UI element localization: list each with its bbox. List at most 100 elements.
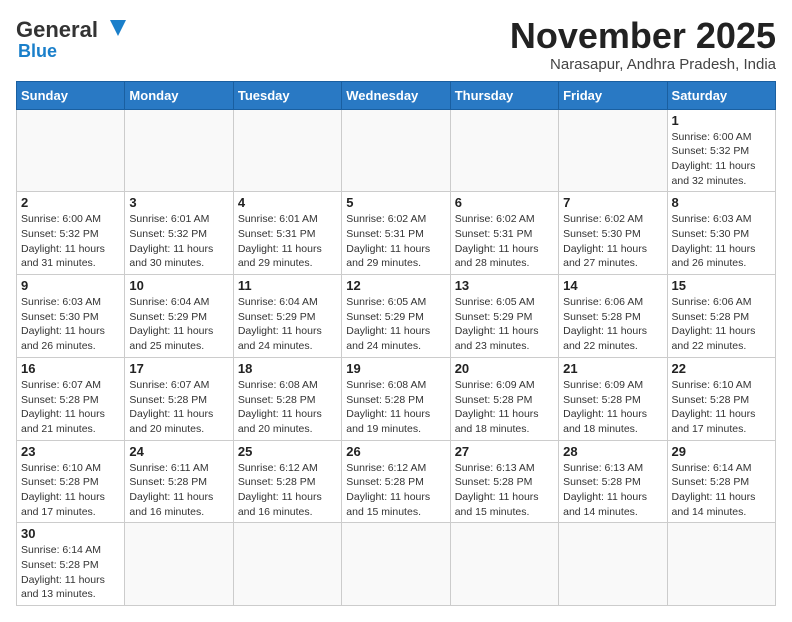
day-number: 24 xyxy=(129,444,228,459)
day-info: Sunrise: 6:06 AM Sunset: 5:28 PM Dayligh… xyxy=(672,295,771,354)
day-info: Sunrise: 6:01 AM Sunset: 5:32 PM Dayligh… xyxy=(129,212,228,271)
calendar-cell: 18 Sunrise: 6:08 AM Sunset: 5:28 PM Dayli… xyxy=(233,357,341,440)
day-number: 9 xyxy=(21,278,120,293)
calendar-cell: 23 Sunrise: 6:10 AM Sunset: 5:28 PM Dayli… xyxy=(17,440,125,523)
calendar-cell: 29 Sunrise: 6:14 AM Sunset: 5:28 PM Dayli… xyxy=(667,440,775,523)
title-area: November 2025 Narasapur, Andhra Pradesh,… xyxy=(510,16,776,73)
calendar-week-row: 16Sunrise: 6:07 AM Sunset: 5:28 PM Dayli… xyxy=(17,357,776,440)
day-number: 28 xyxy=(563,444,662,459)
day-info: Sunrise: 6:12 AM Sunset: 5:28 PM Dayligh… xyxy=(238,461,337,520)
calendar-cell: 24 Sunrise: 6:11 AM Sunset: 5:28 PM Dayli… xyxy=(125,440,233,523)
day-number: 15 xyxy=(672,278,771,293)
calendar-cell: 17Sunrise: 6:07 AM Sunset: 5:28 PM Dayli… xyxy=(125,357,233,440)
logo-text-general: General xyxy=(16,19,98,41)
day-info: Sunrise: 6:04 AM Sunset: 5:29 PM Dayligh… xyxy=(129,295,228,354)
day-number: 8 xyxy=(672,195,771,210)
calendar-cell: 21 Sunrise: 6:09 AM Sunset: 5:28 PM Dayli… xyxy=(559,357,667,440)
day-info: Sunrise: 6:10 AM Sunset: 5:28 PM Dayligh… xyxy=(21,461,120,520)
calendar-cell: 1Sunrise: 6:00 AM Sunset: 5:32 PM Daylig… xyxy=(667,109,775,192)
day-info: Sunrise: 6:00 AM Sunset: 5:32 PM Dayligh… xyxy=(21,212,120,271)
calendar-cell xyxy=(17,109,125,192)
calendar-cell: 8 Sunrise: 6:03 AM Sunset: 5:30 PM Daylig… xyxy=(667,192,775,275)
calendar-cell: 14Sunrise: 6:06 AM Sunset: 5:28 PM Dayli… xyxy=(559,275,667,358)
calendar-cell: 22Sunrise: 6:10 AM Sunset: 5:28 PM Dayli… xyxy=(667,357,775,440)
day-number: 26 xyxy=(346,444,445,459)
day-info: Sunrise: 6:08 AM Sunset: 5:28 PM Dayligh… xyxy=(346,378,445,437)
calendar-table: SundayMondayTuesdayWednesdayThursdayFrid… xyxy=(16,81,776,607)
day-info: Sunrise: 6:10 AM Sunset: 5:28 PM Dayligh… xyxy=(672,378,771,437)
day-number: 12 xyxy=(346,278,445,293)
day-number: 18 xyxy=(238,361,337,376)
calendar-header-tuesday: Tuesday xyxy=(233,81,341,109)
day-info: Sunrise: 6:02 AM Sunset: 5:31 PM Dayligh… xyxy=(346,212,445,271)
day-number: 29 xyxy=(672,444,771,459)
day-number: 10 xyxy=(129,278,228,293)
calendar-cell xyxy=(559,109,667,192)
calendar-cell: 6Sunrise: 6:02 AM Sunset: 5:31 PM Daylig… xyxy=(450,192,558,275)
calendar-header-wednesday: Wednesday xyxy=(342,81,450,109)
calendar-week-row: 2 Sunrise: 6:00 AM Sunset: 5:32 PM Daylig… xyxy=(17,192,776,275)
calendar-cell: 2 Sunrise: 6:00 AM Sunset: 5:32 PM Daylig… xyxy=(17,192,125,275)
day-number: 7 xyxy=(563,195,662,210)
calendar-header-sunday: Sunday xyxy=(17,81,125,109)
day-info: Sunrise: 6:11 AM Sunset: 5:28 PM Dayligh… xyxy=(129,461,228,520)
calendar-cell: 25 Sunrise: 6:12 AM Sunset: 5:28 PM Dayli… xyxy=(233,440,341,523)
day-number: 21 xyxy=(563,361,662,376)
calendar-cell xyxy=(450,109,558,192)
calendar-cell: 10 Sunrise: 6:04 AM Sunset: 5:29 PM Dayli… xyxy=(125,275,233,358)
calendar-cell: 26 Sunrise: 6:12 AM Sunset: 5:28 PM Dayli… xyxy=(342,440,450,523)
day-number: 30 xyxy=(21,526,120,541)
calendar-cell: 28Sunrise: 6:13 AM Sunset: 5:28 PM Dayli… xyxy=(559,440,667,523)
day-info: Sunrise: 6:09 AM Sunset: 5:28 PM Dayligh… xyxy=(455,378,554,437)
calendar-cell xyxy=(342,109,450,192)
calendar-week-row: 23 Sunrise: 6:10 AM Sunset: 5:28 PM Dayli… xyxy=(17,440,776,523)
calendar-header-row: SundayMondayTuesdayWednesdayThursdayFrid… xyxy=(17,81,776,109)
calendar-cell: 9 Sunrise: 6:03 AM Sunset: 5:30 PM Daylig… xyxy=(17,275,125,358)
day-info: Sunrise: 6:14 AM Sunset: 5:28 PM Dayligh… xyxy=(21,543,120,602)
page-header: General Blue November 2025 Narasapur, An… xyxy=(16,16,776,73)
day-number: 23 xyxy=(21,444,120,459)
calendar-cell xyxy=(559,523,667,606)
calendar-cell: 7 Sunrise: 6:02 AM Sunset: 5:30 PM Daylig… xyxy=(559,192,667,275)
calendar-cell xyxy=(233,523,341,606)
calendar-cell xyxy=(450,523,558,606)
calendar-cell: 15 Sunrise: 6:06 AM Sunset: 5:28 PM Dayli… xyxy=(667,275,775,358)
logo-text-blue: Blue xyxy=(18,42,57,60)
day-number: 3 xyxy=(129,195,228,210)
logo-icon xyxy=(102,16,130,44)
logo: General Blue xyxy=(16,16,130,60)
day-number: 2 xyxy=(21,195,120,210)
day-info: Sunrise: 6:01 AM Sunset: 5:31 PM Dayligh… xyxy=(238,212,337,271)
calendar-cell: 5Sunrise: 6:02 AM Sunset: 5:31 PM Daylig… xyxy=(342,192,450,275)
day-number: 14 xyxy=(563,278,662,293)
calendar-week-row: 1Sunrise: 6:00 AM Sunset: 5:32 PM Daylig… xyxy=(17,109,776,192)
calendar-cell: 4 Sunrise: 6:01 AM Sunset: 5:31 PM Daylig… xyxy=(233,192,341,275)
month-title: November 2025 xyxy=(510,16,776,56)
calendar-header-friday: Friday xyxy=(559,81,667,109)
calendar-cell: 13 Sunrise: 6:05 AM Sunset: 5:29 PM Dayli… xyxy=(450,275,558,358)
day-number: 25 xyxy=(238,444,337,459)
day-info: Sunrise: 6:13 AM Sunset: 5:28 PM Dayligh… xyxy=(455,461,554,520)
day-number: 4 xyxy=(238,195,337,210)
day-info: Sunrise: 6:05 AM Sunset: 5:29 PM Dayligh… xyxy=(346,295,445,354)
day-info: Sunrise: 6:08 AM Sunset: 5:28 PM Dayligh… xyxy=(238,378,337,437)
calendar-week-row: 9 Sunrise: 6:03 AM Sunset: 5:30 PM Daylig… xyxy=(17,275,776,358)
calendar-header-monday: Monday xyxy=(125,81,233,109)
day-info: Sunrise: 6:09 AM Sunset: 5:28 PM Dayligh… xyxy=(563,378,662,437)
calendar-header-saturday: Saturday xyxy=(667,81,775,109)
calendar-cell xyxy=(342,523,450,606)
calendar-cell: 20Sunrise: 6:09 AM Sunset: 5:28 PM Dayli… xyxy=(450,357,558,440)
calendar-cell xyxy=(125,109,233,192)
day-info: Sunrise: 6:03 AM Sunset: 5:30 PM Dayligh… xyxy=(21,295,120,354)
day-info: Sunrise: 6:14 AM Sunset: 5:28 PM Dayligh… xyxy=(672,461,771,520)
day-info: Sunrise: 6:04 AM Sunset: 5:29 PM Dayligh… xyxy=(238,295,337,354)
calendar-cell xyxy=(667,523,775,606)
day-info: Sunrise: 6:07 AM Sunset: 5:28 PM Dayligh… xyxy=(21,378,120,437)
day-number: 19 xyxy=(346,361,445,376)
day-info: Sunrise: 6:05 AM Sunset: 5:29 PM Dayligh… xyxy=(455,295,554,354)
day-info: Sunrise: 6:02 AM Sunset: 5:30 PM Dayligh… xyxy=(563,212,662,271)
day-info: Sunrise: 6:12 AM Sunset: 5:28 PM Dayligh… xyxy=(346,461,445,520)
day-number: 13 xyxy=(455,278,554,293)
day-info: Sunrise: 6:03 AM Sunset: 5:30 PM Dayligh… xyxy=(672,212,771,271)
calendar-cell: 3 Sunrise: 6:01 AM Sunset: 5:32 PM Daylig… xyxy=(125,192,233,275)
